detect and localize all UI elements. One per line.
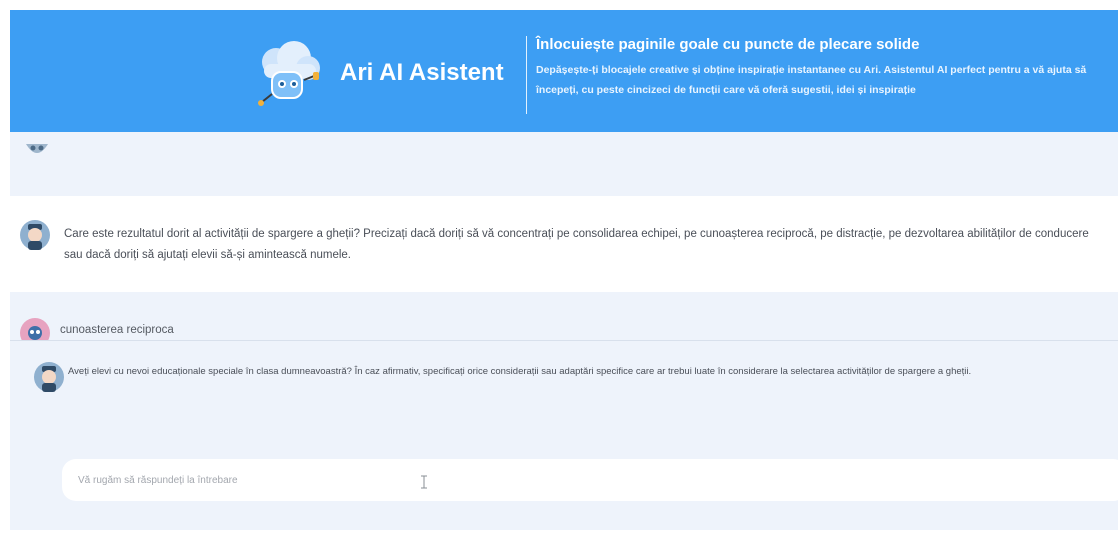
app-frame: Ari AI Asistent Înlocuiește paginile goa… (10, 10, 1118, 530)
header-divider (526, 36, 527, 114)
assistant-avatar-icon (34, 362, 64, 392)
header-subtitle: Depășește-ți blocajele creative și obțin… (536, 64, 1087, 96)
assistant-avatar-icon (20, 220, 50, 250)
assistant-avatar-partial-icon (26, 144, 48, 153)
user-avatar-icon (20, 318, 50, 340)
question-text: Aveți elevi cu nevoi educaționale specia… (68, 366, 972, 377)
answer-input[interactable] (62, 459, 1118, 501)
header-banner: Ari AI Asistent Înlocuiește paginile goa… (10, 10, 1118, 132)
user-message-text: cunoasterea reciproca (60, 324, 174, 336)
assistant-message: Care este rezultatul dorit al activități… (10, 196, 1118, 292)
assistant-message-text: Care este rezultatul dorit al activități… (64, 228, 1089, 261)
brand-name: Ari AI Asistent (340, 59, 504, 86)
panel-divider (10, 340, 1118, 341)
robot-cloud-icon (258, 41, 320, 106)
user-message: cunoasterea reciproca (10, 310, 1118, 340)
text-cursor-icon (421, 475, 427, 489)
header-tagline: Înlocuiește paginile goale cu puncte de … (536, 36, 920, 53)
